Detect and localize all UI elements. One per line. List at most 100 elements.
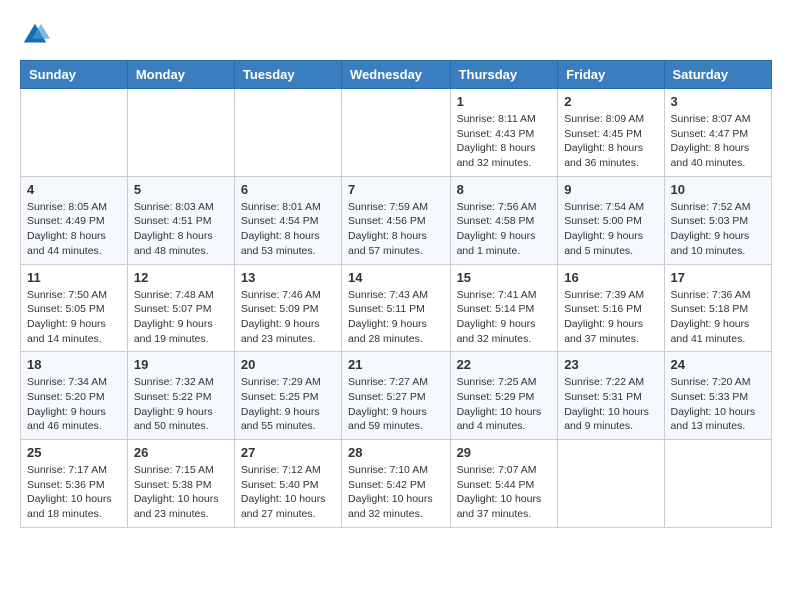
calendar-cell: 9 Sunrise: 7:54 AM Sunset: 5:00 PM Daylig… bbox=[558, 176, 664, 264]
day-info: Sunrise: 7:50 AM Sunset: 5:05 PM Dayligh… bbox=[27, 288, 121, 347]
week-row-1: 4 Sunrise: 8:05 AM Sunset: 4:49 PM Daylig… bbox=[21, 176, 772, 264]
day-number: 1 bbox=[457, 94, 552, 109]
calendar-cell: 21 Sunrise: 7:27 AM Sunset: 5:27 PM Dayli… bbox=[342, 352, 451, 440]
day-info: Sunrise: 7:54 AM Sunset: 5:00 PM Dayligh… bbox=[564, 200, 657, 259]
column-header-sunday: Sunday bbox=[21, 61, 128, 89]
day-number: 25 bbox=[27, 445, 121, 460]
column-header-friday: Friday bbox=[558, 61, 664, 89]
day-info: Sunrise: 8:05 AM Sunset: 4:49 PM Dayligh… bbox=[27, 200, 121, 259]
day-number: 24 bbox=[671, 357, 765, 372]
day-number: 20 bbox=[241, 357, 335, 372]
logo-icon bbox=[20, 20, 50, 50]
day-info: Sunrise: 7:39 AM Sunset: 5:16 PM Dayligh… bbox=[564, 288, 657, 347]
day-info: Sunrise: 7:15 AM Sunset: 5:38 PM Dayligh… bbox=[134, 463, 228, 522]
calendar-cell: 28 Sunrise: 7:10 AM Sunset: 5:42 PM Dayli… bbox=[342, 440, 451, 528]
calendar-cell: 11 Sunrise: 7:50 AM Sunset: 5:05 PM Dayli… bbox=[21, 264, 128, 352]
calendar-cell: 14 Sunrise: 7:43 AM Sunset: 5:11 PM Dayli… bbox=[342, 264, 451, 352]
calendar-cell: 13 Sunrise: 7:46 AM Sunset: 5:09 PM Dayli… bbox=[234, 264, 341, 352]
day-number: 28 bbox=[348, 445, 444, 460]
calendar-cell bbox=[558, 440, 664, 528]
calendar-cell bbox=[127, 89, 234, 177]
day-number: 15 bbox=[457, 270, 552, 285]
day-info: Sunrise: 8:09 AM Sunset: 4:45 PM Dayligh… bbox=[564, 112, 657, 171]
day-number: 7 bbox=[348, 182, 444, 197]
day-info: Sunrise: 7:07 AM Sunset: 5:44 PM Dayligh… bbox=[457, 463, 552, 522]
calendar-cell: 8 Sunrise: 7:56 AM Sunset: 4:58 PM Daylig… bbox=[450, 176, 558, 264]
column-header-wednesday: Wednesday bbox=[342, 61, 451, 89]
week-row-4: 25 Sunrise: 7:17 AM Sunset: 5:36 PM Dayli… bbox=[21, 440, 772, 528]
day-info: Sunrise: 7:22 AM Sunset: 5:31 PM Dayligh… bbox=[564, 375, 657, 434]
calendar-cell: 17 Sunrise: 7:36 AM Sunset: 5:18 PM Dayli… bbox=[664, 264, 771, 352]
day-info: Sunrise: 8:01 AM Sunset: 4:54 PM Dayligh… bbox=[241, 200, 335, 259]
column-header-saturday: Saturday bbox=[664, 61, 771, 89]
week-row-0: 1 Sunrise: 8:11 AM Sunset: 4:43 PM Daylig… bbox=[21, 89, 772, 177]
day-number: 4 bbox=[27, 182, 121, 197]
calendar-cell bbox=[664, 440, 771, 528]
day-number: 21 bbox=[348, 357, 444, 372]
day-number: 9 bbox=[564, 182, 657, 197]
day-info: Sunrise: 7:17 AM Sunset: 5:36 PM Dayligh… bbox=[27, 463, 121, 522]
calendar: SundayMondayTuesdayWednesdayThursdayFrid… bbox=[20, 60, 772, 528]
day-info: Sunrise: 7:46 AM Sunset: 5:09 PM Dayligh… bbox=[241, 288, 335, 347]
day-number: 6 bbox=[241, 182, 335, 197]
day-info: Sunrise: 7:29 AM Sunset: 5:25 PM Dayligh… bbox=[241, 375, 335, 434]
day-info: Sunrise: 7:12 AM Sunset: 5:40 PM Dayligh… bbox=[241, 463, 335, 522]
day-info: Sunrise: 7:25 AM Sunset: 5:29 PM Dayligh… bbox=[457, 375, 552, 434]
day-number: 12 bbox=[134, 270, 228, 285]
day-number: 16 bbox=[564, 270, 657, 285]
day-info: Sunrise: 7:52 AM Sunset: 5:03 PM Dayligh… bbox=[671, 200, 765, 259]
calendar-cell: 2 Sunrise: 8:09 AM Sunset: 4:45 PM Daylig… bbox=[558, 89, 664, 177]
day-info: Sunrise: 7:48 AM Sunset: 5:07 PM Dayligh… bbox=[134, 288, 228, 347]
day-info: Sunrise: 7:10 AM Sunset: 5:42 PM Dayligh… bbox=[348, 463, 444, 522]
day-number: 8 bbox=[457, 182, 552, 197]
calendar-cell: 18 Sunrise: 7:34 AM Sunset: 5:20 PM Dayli… bbox=[21, 352, 128, 440]
day-number: 23 bbox=[564, 357, 657, 372]
calendar-cell: 12 Sunrise: 7:48 AM Sunset: 5:07 PM Dayli… bbox=[127, 264, 234, 352]
calendar-cell: 23 Sunrise: 7:22 AM Sunset: 5:31 PM Dayli… bbox=[558, 352, 664, 440]
day-number: 2 bbox=[564, 94, 657, 109]
day-number: 10 bbox=[671, 182, 765, 197]
column-header-monday: Monday bbox=[127, 61, 234, 89]
day-info: Sunrise: 7:32 AM Sunset: 5:22 PM Dayligh… bbox=[134, 375, 228, 434]
calendar-cell: 22Sunrise: 7:25 AM Sunset: 5:29 PM Dayli… bbox=[450, 352, 558, 440]
day-info: Sunrise: 8:03 AM Sunset: 4:51 PM Dayligh… bbox=[134, 200, 228, 259]
day-number: 17 bbox=[671, 270, 765, 285]
day-number: 27 bbox=[241, 445, 335, 460]
calendar-cell bbox=[342, 89, 451, 177]
day-info: Sunrise: 8:07 AM Sunset: 4:47 PM Dayligh… bbox=[671, 112, 765, 171]
day-info: Sunrise: 7:41 AM Sunset: 5:14 PM Dayligh… bbox=[457, 288, 552, 347]
calendar-cell: 15 Sunrise: 7:41 AM Sunset: 5:14 PM Dayli… bbox=[450, 264, 558, 352]
calendar-cell bbox=[234, 89, 341, 177]
day-info: Sunrise: 7:34 AM Sunset: 5:20 PM Dayligh… bbox=[27, 375, 121, 434]
calendar-cell: 5Sunrise: 8:03 AM Sunset: 4:51 PM Daylig… bbox=[127, 176, 234, 264]
day-number: 11 bbox=[27, 270, 121, 285]
day-number: 13 bbox=[241, 270, 335, 285]
day-number: 26 bbox=[134, 445, 228, 460]
logo bbox=[20, 20, 54, 50]
day-number: 18 bbox=[27, 357, 121, 372]
calendar-cell: 7 Sunrise: 7:59 AM Sunset: 4:56 PM Daylig… bbox=[342, 176, 451, 264]
calendar-cell: 25 Sunrise: 7:17 AM Sunset: 5:36 PM Dayli… bbox=[21, 440, 128, 528]
day-info: Sunrise: 7:27 AM Sunset: 5:27 PM Dayligh… bbox=[348, 375, 444, 434]
column-header-thursday: Thursday bbox=[450, 61, 558, 89]
calendar-cell: 10 Sunrise: 7:52 AM Sunset: 5:03 PM Dayli… bbox=[664, 176, 771, 264]
calendar-cell: 3 Sunrise: 8:07 AM Sunset: 4:47 PM Daylig… bbox=[664, 89, 771, 177]
calendar-cell: 1 Sunrise: 8:11 AM Sunset: 4:43 PM Daylig… bbox=[450, 89, 558, 177]
day-number: 19 bbox=[134, 357, 228, 372]
calendar-header-row: SundayMondayTuesdayWednesdayThursdayFrid… bbox=[21, 61, 772, 89]
day-number: 29 bbox=[457, 445, 552, 460]
day-info: Sunrise: 8:11 AM Sunset: 4:43 PM Dayligh… bbox=[457, 112, 552, 171]
calendar-cell: 24Sunrise: 7:20 AM Sunset: 5:33 PM Dayli… bbox=[664, 352, 771, 440]
calendar-cell: 26 Sunrise: 7:15 AM Sunset: 5:38 PM Dayli… bbox=[127, 440, 234, 528]
day-number: 3 bbox=[671, 94, 765, 109]
week-row-2: 11 Sunrise: 7:50 AM Sunset: 5:05 PM Dayli… bbox=[21, 264, 772, 352]
day-info: Sunrise: 7:43 AM Sunset: 5:11 PM Dayligh… bbox=[348, 288, 444, 347]
day-info: Sunrise: 7:59 AM Sunset: 4:56 PM Dayligh… bbox=[348, 200, 444, 259]
calendar-cell: 20 Sunrise: 7:29 AM Sunset: 5:25 PM Dayli… bbox=[234, 352, 341, 440]
week-row-3: 18 Sunrise: 7:34 AM Sunset: 5:20 PM Dayli… bbox=[21, 352, 772, 440]
day-info: Sunrise: 7:36 AM Sunset: 5:18 PM Dayligh… bbox=[671, 288, 765, 347]
day-info: Sunrise: 7:56 AM Sunset: 4:58 PM Dayligh… bbox=[457, 200, 552, 259]
column-header-tuesday: Tuesday bbox=[234, 61, 341, 89]
calendar-cell: 16 Sunrise: 7:39 AM Sunset: 5:16 PM Dayli… bbox=[558, 264, 664, 352]
day-number: 14 bbox=[348, 270, 444, 285]
